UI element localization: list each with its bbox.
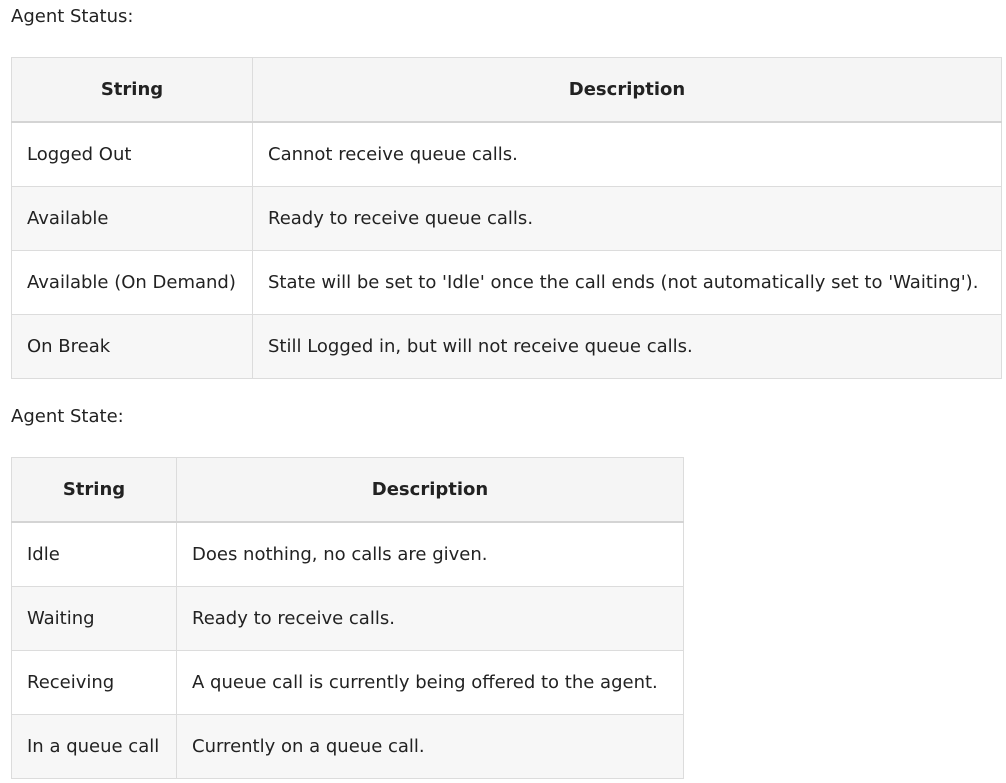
table-row: Logged Out Cannot receive queue calls. xyxy=(11,121,1002,187)
column-header-string: String xyxy=(11,57,253,123)
state-string-cell: Waiting xyxy=(11,586,177,651)
table-header-row: String Description xyxy=(11,457,684,523)
table-row: Available Ready to receive queue calls. xyxy=(11,186,1002,251)
table-row: Idle Does nothing, no calls are given. xyxy=(11,521,684,587)
state-description-cell: Currently on a queue call. xyxy=(176,714,684,779)
table-header-row: String Description xyxy=(11,57,1002,123)
column-header-description: Description xyxy=(252,57,1002,123)
state-string-cell: Receiving xyxy=(11,650,177,715)
state-string-cell: Idle xyxy=(11,521,177,587)
state-string-cell: In a queue call xyxy=(11,714,177,779)
agent-status-label: Agent Status: xyxy=(11,6,134,27)
state-description-cell: Does nothing, no calls are given. xyxy=(176,521,684,587)
table-row: On Break Still Logged in, but will not r… xyxy=(11,314,1002,379)
agent-status-table: String Description Logged Out Cannot rec… xyxy=(11,57,1002,379)
agent-state-label: Agent State: xyxy=(11,406,124,427)
status-description-cell: Cannot receive queue calls. xyxy=(252,121,1002,187)
table-row: Available (On Demand) State will be set … xyxy=(11,250,1002,315)
status-string-cell: Available (On Demand) xyxy=(11,250,253,315)
column-header-description: Description xyxy=(176,457,684,523)
status-string-cell: On Break xyxy=(11,314,253,379)
table-row: Receiving A queue call is currently bein… xyxy=(11,650,684,715)
column-header-string: String xyxy=(11,457,177,523)
table-row: In a queue call Currently on a queue cal… xyxy=(11,714,684,779)
state-description-cell: Ready to receive calls. xyxy=(176,586,684,651)
agent-state-table: String Description Idle Does nothing, no… xyxy=(11,457,684,779)
state-description-cell: A queue call is currently being offered … xyxy=(176,650,684,715)
status-description-cell: Ready to receive queue calls. xyxy=(252,186,1002,251)
table-row: Waiting Ready to receive calls. xyxy=(11,586,684,651)
status-string-cell: Logged Out xyxy=(11,121,253,187)
status-string-cell: Available xyxy=(11,186,253,251)
status-description-cell: Still Logged in, but will not receive qu… xyxy=(252,314,1002,379)
status-description-cell: State will be set to 'Idle' once the cal… xyxy=(252,250,1002,315)
